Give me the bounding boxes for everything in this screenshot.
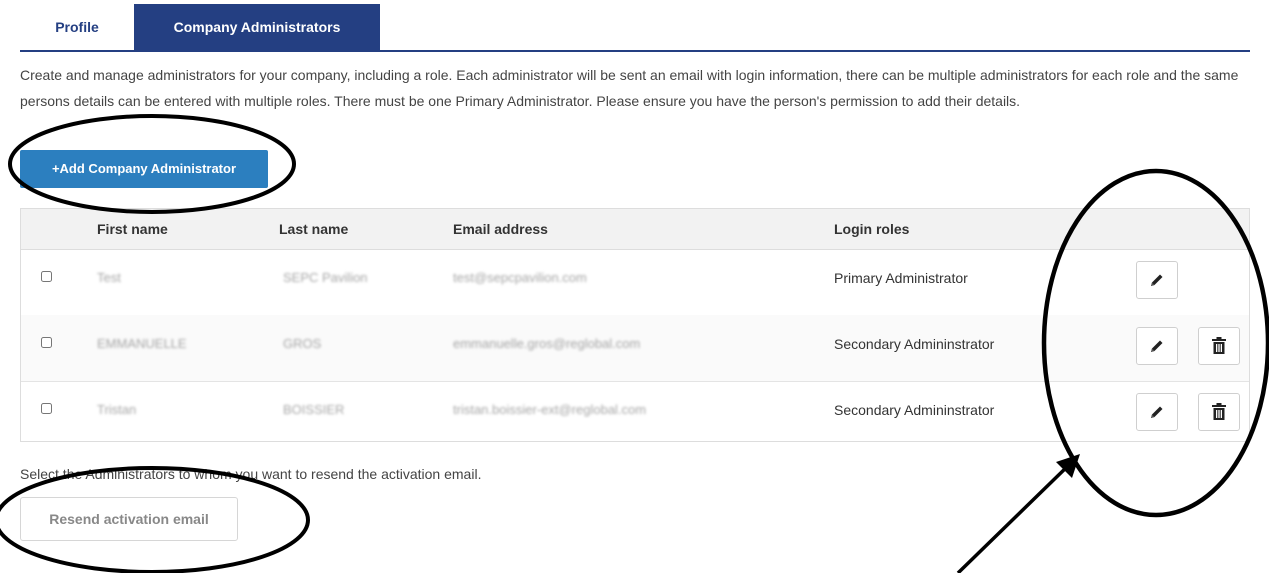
- resend-hint-text: Select the Administrators to whom you wa…: [20, 466, 482, 482]
- first-name-cell: EMMANUELLE: [97, 336, 187, 351]
- last-name-cell: SEPC Pavilion: [283, 270, 368, 285]
- email-cell: tristan.boissier-ext@reglobal.com: [453, 402, 647, 417]
- row-select-checkbox[interactable]: [41, 271, 52, 282]
- table-row: Test SEPC Pavilion test@sepcpavilion.com…: [21, 249, 1249, 316]
- trash-icon: [1212, 403, 1226, 420]
- tab-company-administrators[interactable]: Company Administrators: [134, 4, 380, 50]
- table-row: Tristan BOISSIER tristan.boissier-ext@re…: [21, 381, 1249, 447]
- pencil-icon: [1151, 406, 1163, 418]
- page-description: Create and manage administrators for you…: [20, 67, 1239, 109]
- table-row: EMMANUELLE GROS emmanuelle.gros@reglobal…: [21, 315, 1249, 382]
- login-role-cell: Secondary Admininstrator: [834, 336, 995, 352]
- pencil-icon: [1151, 274, 1163, 286]
- add-company-administrator-button[interactable]: +Add Company Administrator: [20, 150, 268, 188]
- annotation-arrow-line: [956, 460, 1074, 573]
- tab-profile[interactable]: Profile: [20, 4, 134, 50]
- header-login-roles: Login roles: [834, 221, 910, 237]
- row-select-checkbox[interactable]: [41, 403, 52, 414]
- last-name-cell: BOISSIER: [283, 402, 345, 417]
- header-last-name: Last name: [279, 221, 349, 237]
- last-name-cell: GROS: [283, 336, 322, 351]
- email-cell: emmanuelle.gros@reglobal.com: [453, 336, 641, 351]
- header-first-name: First name: [97, 221, 168, 237]
- annotation-arrow-head: [1056, 454, 1080, 478]
- resend-activation-email-button[interactable]: Resend activation email: [20, 497, 238, 541]
- edit-button[interactable]: [1136, 393, 1178, 431]
- first-name-cell: Test: [97, 270, 121, 285]
- delete-button[interactable]: [1198, 327, 1240, 365]
- tab-bar: Profile Company Administrators: [20, 4, 1250, 52]
- first-name-cell: Tristan: [97, 402, 137, 417]
- administrators-table: First name Last name Email address Login…: [20, 208, 1250, 442]
- row-select-checkbox[interactable]: [41, 337, 52, 348]
- email-cell: test@sepcpavilion.com: [453, 270, 587, 285]
- edit-button[interactable]: [1136, 261, 1178, 299]
- delete-button[interactable]: [1198, 393, 1240, 431]
- edit-button[interactable]: [1136, 327, 1178, 365]
- login-role-cell: Secondary Admininstrator: [834, 402, 995, 418]
- login-role-cell: Primary Administrator: [834, 270, 968, 286]
- table-header: First name Last name Email address Login…: [21, 209, 1249, 250]
- trash-icon: [1212, 337, 1226, 354]
- pencil-icon: [1151, 340, 1163, 352]
- header-email-address: Email address: [453, 221, 548, 237]
